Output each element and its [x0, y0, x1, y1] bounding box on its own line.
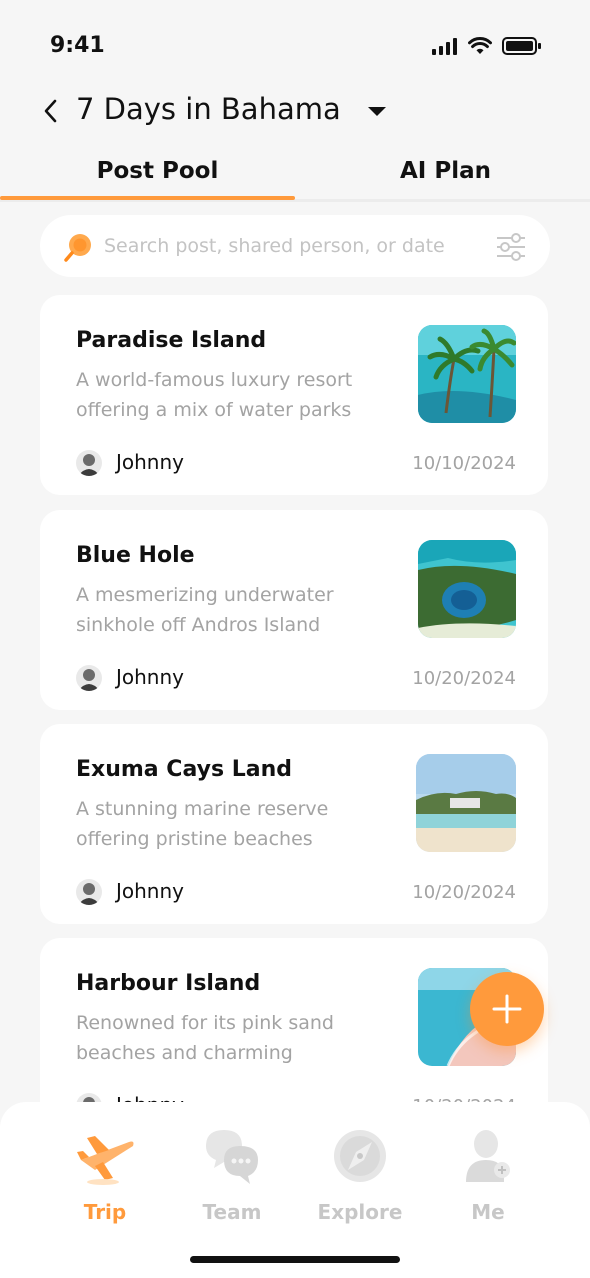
search-input[interactable] [104, 225, 484, 267]
chevron-left-icon [44, 99, 57, 123]
caret-down-icon [368, 107, 386, 116]
post-image-beach-shore [416, 754, 516, 852]
status-time: 9:41 [50, 33, 105, 58]
nav-label-explore: Explore [317, 1200, 403, 1224]
sliders-icon [497, 233, 525, 261]
post-image-blue-hole [418, 540, 516, 638]
status-bar: 9:41 [0, 0, 590, 90]
tab-ai-plan[interactable]: AI Plan [298, 158, 590, 184]
trip-title[interactable]: 7 Days in Bahama [76, 92, 341, 126]
tab-bar: Post Pool AI Plan [0, 148, 590, 202]
trip-dropdown-button[interactable] [360, 98, 394, 124]
filter-button[interactable] [494, 230, 528, 264]
post-date: 10/20/2024 [412, 668, 516, 689]
nav-label-trip: Trip [83, 1200, 127, 1224]
avatar [76, 450, 102, 476]
post-card[interactable]: Blue Hole A mesmerizing underwater sinkh… [40, 510, 548, 710]
post-author: Johnny [116, 665, 184, 689]
bottom-nav: Trip Team Explore Me [0, 1102, 590, 1278]
post-title: Harbour Island [76, 971, 261, 996]
nav-label-me: Me [471, 1200, 505, 1224]
post-date: 10/10/2024 [412, 453, 516, 474]
add-post-button[interactable] [470, 972, 544, 1046]
chat-bubbles-icon [206, 1130, 258, 1184]
wifi-icon [468, 37, 492, 54]
post-image-palm-trees [418, 325, 516, 423]
status-icons [432, 36, 542, 56]
nav-item-team[interactable]: Team [168, 1124, 296, 1234]
post-description: Renowned for its pink sand beaches and c… [76, 1012, 334, 1064]
user-icon [466, 1130, 510, 1182]
tab-post-pool[interactable]: Post Pool [10, 158, 305, 184]
header: 7 Days in Bahama [0, 84, 590, 138]
cellular-signal-icon [432, 38, 457, 55]
avatar [76, 665, 102, 691]
post-title: Exuma Cays Land [76, 757, 292, 782]
compass-icon [334, 1130, 386, 1182]
nav-item-explore[interactable]: Explore [296, 1124, 424, 1234]
post-card[interactable]: Exuma Cays Land A stunning marine reserv… [40, 724, 548, 924]
avatar [76, 879, 102, 905]
search-icon [64, 234, 91, 262]
battery-icon [502, 37, 541, 55]
post-description: A stunning marine reserve offering prist… [76, 798, 329, 850]
post-author: Johnny [116, 879, 184, 903]
post-title: Blue Hole [76, 543, 195, 568]
plus-icon [492, 994, 522, 1024]
nav-item-trip[interactable]: Trip [41, 1124, 169, 1234]
nav-label-team: Team [202, 1200, 262, 1224]
search-bar [40, 215, 550, 277]
post-card[interactable]: Paradise Island A world-famous luxury re… [40, 295, 548, 495]
post-description: A mesmerizing underwater sinkhole off An… [76, 584, 334, 636]
active-tab-indicator [0, 196, 295, 200]
post-title: Paradise Island [76, 328, 267, 353]
post-author: Johnny [116, 450, 184, 474]
nav-item-me[interactable]: Me [424, 1124, 552, 1234]
home-indicator [190, 1256, 400, 1263]
back-button[interactable] [38, 96, 64, 126]
airplane-icon [77, 1136, 134, 1185]
post-date: 10/20/2024 [412, 882, 516, 903]
post-description: A world-famous luxury resort offering a … [76, 369, 353, 421]
